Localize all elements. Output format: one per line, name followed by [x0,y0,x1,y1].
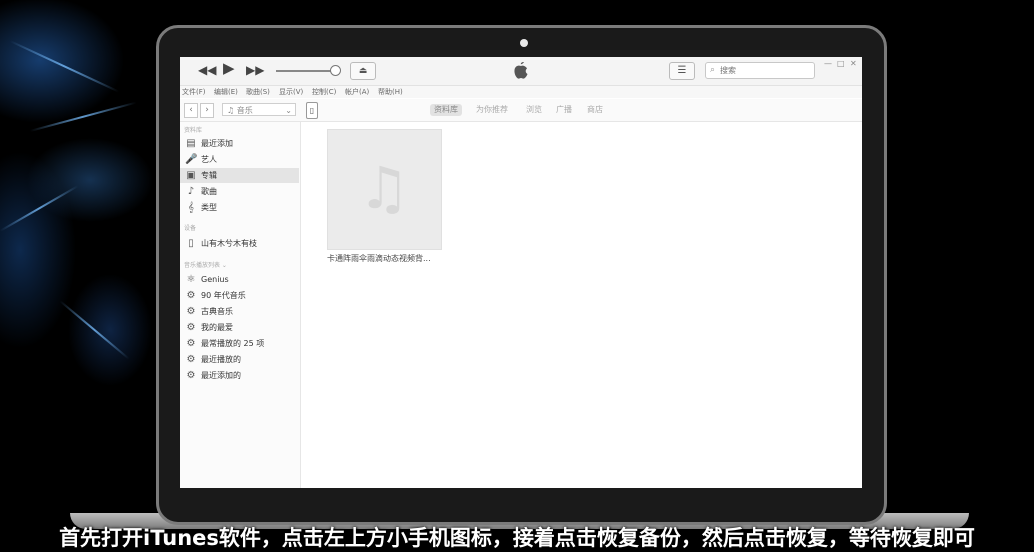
sidebar-item-label: 最常播放的 25 项 [201,339,265,348]
fast-forward-icon[interactable]: ▶▶ [246,63,264,77]
sidebar-item-playlist[interactable]: ⚙ 最常播放的 25 项 [180,336,299,351]
artist-icon: 🎤 [185,154,198,165]
search-box[interactable]: ⌕ [705,62,815,79]
search-input[interactable] [720,63,810,78]
sidebar-item-label: 类型 [201,203,217,212]
tab-browse[interactable]: 浏览 [522,104,546,116]
tab-store[interactable]: 商店 [583,104,607,116]
playlists-section-header[interactable]: 音乐播放列表 ⌄ [184,260,227,269]
sidebar-item-genius[interactable]: ⚛ Genius [180,272,299,287]
back-button[interactable]: ‹ [184,103,198,118]
sidebar-item-playlist[interactable]: ⚙ 古典音乐 [180,304,299,319]
minimize-icon[interactable]: — [824,59,832,68]
forward-button[interactable]: › [200,103,214,118]
sidebar-item-label: 歌曲 [201,187,217,196]
close-icon[interactable]: ✕ [850,59,857,68]
devices-section-header: 设备 [184,225,197,232]
sidebar-item-artists[interactable]: 🎤 艺人 [180,152,299,167]
sidebar-item-playlist[interactable]: ⚙ 90 年代音乐 [180,288,299,303]
search-icon: ⌕ [710,65,716,75]
song-icon: ♪ [187,186,195,197]
recently-added-icon: ▤ [186,138,196,149]
menu-bar: 文件(F) 编辑(E) 歌曲(S) 显示(V) 控制(C) 帐户(A) 帮助(H… [180,86,862,98]
menu-help[interactable]: 帮助(H) [378,86,403,98]
sidebar-item-label: 最近添加的 [201,371,241,380]
navigation-bar: ‹ › ♫ 音乐 ⌄ ▯ 资料库 为你推荐 浏览 广播 商店 [180,99,862,122]
sidebar-item-albums[interactable]: ▣ 专辑 [180,168,299,183]
iphone-icon: ▯ [188,238,194,249]
sidebar-item-label: 最近添加 [201,139,233,148]
rewind-icon[interactable]: ◀◀ [198,63,216,77]
media-type-select[interactable]: ♫ 音乐 ⌄ [222,103,296,116]
tab-for-you[interactable]: 为你推荐 [472,104,512,116]
chevron-down-icon: ⌄ [285,106,292,115]
video-subtitle: 首先打开iTunes软件，点击左上方小手机图标，接着点击恢复备份，然后点击恢复，… [59,526,975,550]
volume-slider[interactable] [276,70,334,72]
sidebar-item-recently-added[interactable]: ▤ 最近添加 [180,136,299,151]
menu-file[interactable]: 文件(F) [182,86,206,98]
itunes-window: ◀◀ ▶ ▶▶ ⏏ ☰ ⌕ — □ ✕ 文件(F) 编辑(E) 歌曲(S) 显示… [180,57,862,488]
sidebar-item-label: 最近播放的 [201,355,241,364]
smart-playlist-gear-icon: ⚙ [186,354,196,365]
menu-edit[interactable]: 编辑(E) [214,86,238,98]
sidebar-item-label: 我的最爱 [201,323,233,332]
album-icon: ▣ [186,170,196,181]
sidebar-item-playlist[interactable]: ⚙ 最近播放的 [180,352,299,367]
genre-icon: 𝄞 [188,202,194,213]
title-bar: ◀◀ ▶ ▶▶ ⏏ ☰ ⌕ — □ ✕ [180,57,862,86]
camera-icon [520,39,528,47]
smart-playlist-gear-icon: ⚙ [186,338,196,349]
smart-playlist-gear-icon: ⚙ [186,306,196,317]
sidebar-item-songs[interactable]: ♪ 歌曲 [180,184,299,199]
list-view-icon[interactable]: ☰ [669,62,695,80]
iphone-device-icon[interactable]: ▯ [306,102,318,119]
apple-logo-icon [514,61,528,79]
sidebar-item-label: 90 年代音乐 [201,291,246,300]
menu-controls[interactable]: 控制(C) [312,86,336,98]
sidebar-item-device[interactable]: ▯ 山有木兮木有枝 [180,236,299,251]
smart-playlist-gear-icon: ⚙ [186,322,196,333]
volume-knob[interactable] [330,65,341,76]
sidebar-item-genres[interactable]: 𝄞 类型 [180,200,299,215]
maximize-icon[interactable]: □ [837,59,845,68]
music-note-icon: ♫ [358,154,410,222]
tab-library[interactable]: 资料库 [430,104,462,116]
album-artwork[interactable]: ♫ [327,129,442,250]
menu-account[interactable]: 帐户(A) [345,86,369,98]
sidebar-item-label: Genius [201,275,229,284]
sidebar-item-label: 专辑 [201,171,217,180]
airplay-icon[interactable]: ⏏ [350,62,376,80]
library-section-header: 资料库 [184,127,203,134]
sidebar-item-playlist[interactable]: ⚙ 我的最爱 [180,320,299,335]
sidebar-item-playlist[interactable]: ⚙ 最近添加的 [180,368,299,383]
device-name: 山有木兮木有枝 [201,239,257,248]
sidebar: 资料库 ▤ 最近添加 🎤 艺人 ▣ 专辑 ♪ 歌曲 𝄞 类型 设备 ▯ 山有木兮… [180,122,301,488]
smart-playlist-gear-icon: ⚙ [186,370,196,381]
sidebar-item-label: 艺人 [201,155,217,164]
play-icon[interactable]: ▶ [223,61,235,76]
genius-icon: ⚛ [186,274,196,285]
menu-song[interactable]: 歌曲(S) [246,86,270,98]
tab-radio[interactable]: 广播 [552,104,576,116]
media-type-label: 音乐 [236,106,253,115]
album-title[interactable]: 卡通阵雨伞雨滴动态视频背... [327,253,449,264]
smart-playlist-gear-icon: ⚙ [186,290,196,301]
sidebar-item-label: 古典音乐 [201,307,233,316]
menu-view[interactable]: 显示(V) [279,86,303,98]
